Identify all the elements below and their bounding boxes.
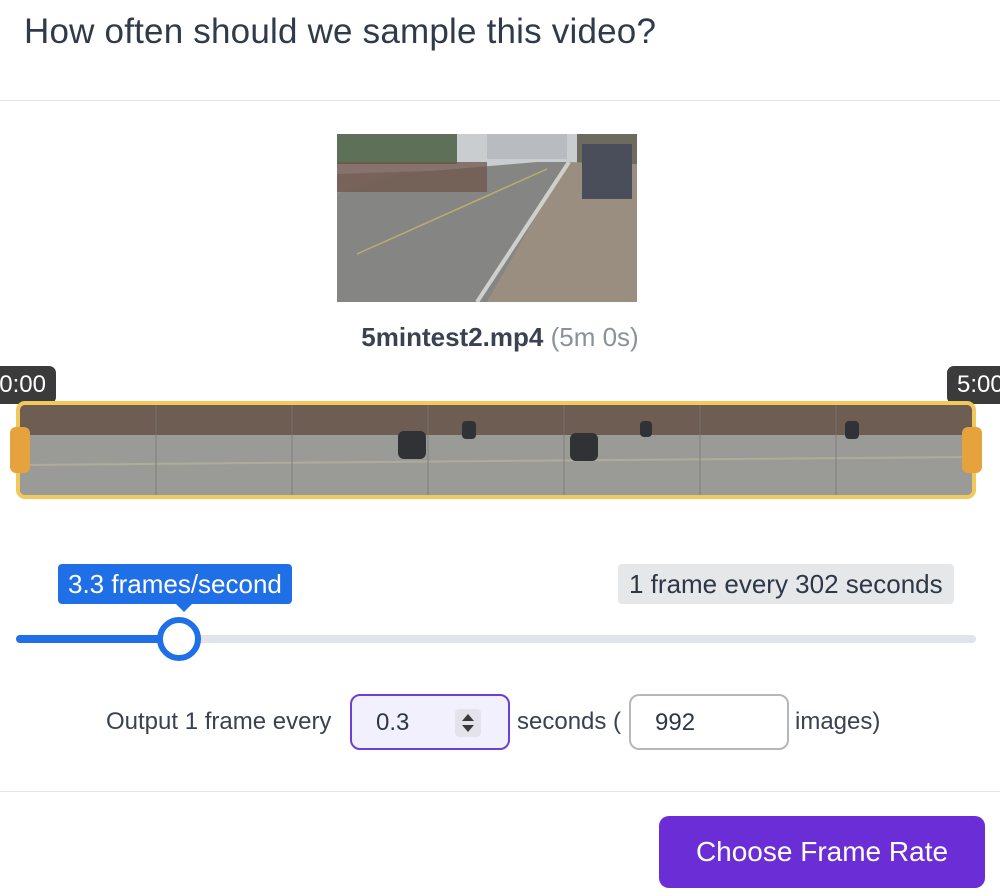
header-divider xyxy=(0,100,1000,101)
file-duration: (5m 0s) xyxy=(550,322,639,352)
timeline-start-label: 0:00 xyxy=(0,366,56,404)
seconds-label: seconds ( xyxy=(517,708,622,735)
output-prefix-label: Output 1 frame every xyxy=(106,708,332,735)
timeline-end-label: 5:00 xyxy=(947,366,1000,404)
output-row: Output 1 frame every seconds ( images) xyxy=(0,694,1000,750)
file-info: 5mintest2.mp4 (5m 0s) xyxy=(0,322,1000,353)
file-name: 5mintest2.mp4 xyxy=(361,322,544,352)
seconds-input[interactable] xyxy=(376,708,456,738)
timeline-strip[interactable] xyxy=(16,401,976,499)
choose-frame-rate-button[interactable]: Choose Frame Rate xyxy=(659,816,985,888)
fps-value-tag: 3.3 frames/second xyxy=(58,564,292,612)
trim-handle-end[interactable] xyxy=(962,427,982,473)
images-input[interactable] xyxy=(655,708,775,738)
frame-rate-slider-fill xyxy=(16,635,180,643)
video-thumbnail xyxy=(337,134,637,302)
frame-rate-slider-thumb[interactable] xyxy=(157,617,202,661)
footer-divider xyxy=(0,791,1000,792)
seconds-input-field[interactable] xyxy=(350,694,510,750)
trim-handle-start[interactable] xyxy=(10,427,30,473)
interval-tag: 1 frame every 302 seconds xyxy=(618,564,954,604)
images-label: images) xyxy=(795,708,881,735)
number-stepper-icon[interactable] xyxy=(455,709,481,737)
images-input-field[interactable] xyxy=(629,694,789,750)
dialog-title: How often should we sample this video? xyxy=(24,12,657,51)
